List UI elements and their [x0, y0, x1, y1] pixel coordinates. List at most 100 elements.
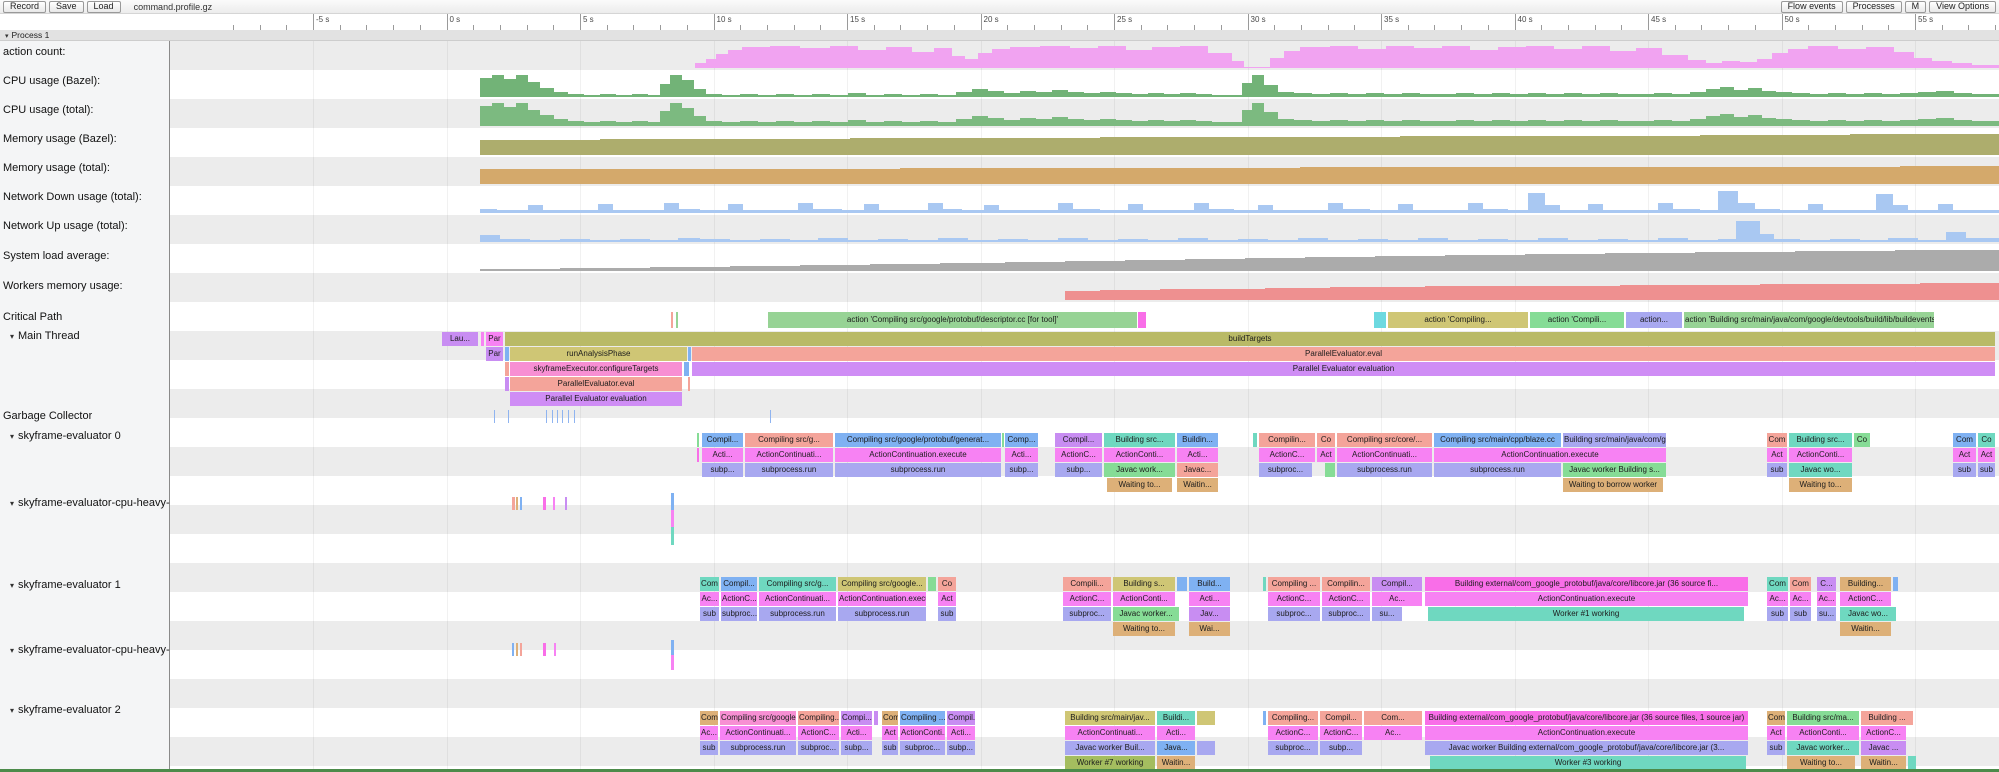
trace-event-bar[interactable]: subprocess.run — [1434, 463, 1561, 477]
trace-event-bar[interactable]: subp... — [1055, 463, 1102, 477]
trace-event-bar[interactable]: Waitin... — [1861, 756, 1906, 770]
trace-event-bar[interactable]: Compil... — [947, 711, 975, 725]
trace-event-bar[interactable]: ActionContinuati... — [759, 592, 836, 606]
trace-event-bar[interactable]: Compiling src/google... — [838, 577, 926, 591]
trace-event-bar[interactable]: runAnalysisPhase — [510, 347, 687, 361]
trace-event-bar[interactable]: Com — [882, 711, 898, 725]
trace-event-bar[interactable]: subprocess.run — [1337, 463, 1432, 477]
trace-event-bar[interactable]: Compiling src/core/... — [1337, 433, 1432, 447]
trace-event-bar[interactable]: Waiting to borrow worker — [1563, 478, 1663, 492]
trace-event-bar[interactable]: ActionConti... — [1113, 592, 1175, 606]
trace-event-bar[interactable]: subproc... — [798, 741, 839, 755]
trace-event-bar[interactable]: subprocess.run — [720, 741, 796, 755]
trace-event-bar[interactable]: ActionC... — [1268, 592, 1320, 606]
counter-chart-memory-usage-bazel[interactable] — [0, 131, 1999, 155]
trace-event-bar[interactable]: ActionConti... — [900, 726, 945, 740]
trace-event-bar[interactable] — [1197, 711, 1215, 725]
trace-event-bar[interactable]: Co — [1854, 433, 1870, 447]
trace-event-bar[interactable]: Co — [1317, 433, 1335, 447]
trace-event-bar[interactable]: ActionC... — [721, 592, 757, 606]
trace-event-bar[interactable]: Compiling... — [1268, 711, 1318, 725]
counter-chart-action-count[interactable] — [0, 44, 1999, 68]
trace-event-tick[interactable] — [552, 410, 553, 423]
trace-event-bar[interactable]: Building src/main/java/com/go... — [1563, 433, 1666, 447]
counter-chart-cpu-usage-bazel[interactable] — [0, 73, 1999, 97]
trace-event-bar[interactable]: subprocess.run — [745, 463, 833, 477]
track-label-skyframe-evaluator-cpu-heavy[interactable]: ▾skyframe-evaluator-cpu-heavy- — [10, 644, 170, 657]
trace-event-tick[interactable] — [671, 493, 674, 510]
trace-event-bar[interactable]: Com — [700, 711, 718, 725]
trace-event-tick[interactable] — [554, 643, 556, 656]
trace-event-bar[interactable]: sub — [700, 741, 718, 755]
trace-event-bar[interactable] — [697, 433, 699, 447]
trace-event-bar[interactable]: Ac... — [1790, 592, 1811, 606]
trace-event-bar[interactable]: subp... — [947, 741, 975, 755]
trace-event-bar[interactable]: Compil... — [721, 577, 757, 591]
trace-event-bar[interactable]: Compiling ... — [1268, 577, 1320, 591]
trace-event-bar[interactable]: Building src/main/jav... — [1065, 711, 1155, 725]
trace-event-tick[interactable] — [508, 410, 509, 423]
trace-event-bar[interactable]: Waiting to... — [1789, 478, 1852, 492]
trace-event-tick[interactable] — [553, 497, 555, 510]
trace-event-tick[interactable] — [565, 497, 567, 510]
trace-event-bar[interactable]: Worker #7 working — [1065, 756, 1155, 770]
trace-event-bar[interactable]: Par — [486, 332, 503, 346]
trace-event-tick[interactable] — [562, 410, 563, 423]
counter-chart-system-load[interactable] — [0, 247, 1999, 271]
trace-event-bar[interactable] — [928, 577, 936, 591]
trace-event-bar[interactable]: subp... — [1320, 741, 1362, 755]
trace-event-bar[interactable]: sub — [938, 607, 956, 621]
trace-event-bar[interactable]: ActionC... — [1063, 592, 1111, 606]
trace-event-bar[interactable] — [505, 347, 509, 361]
save-button[interactable]: Save — [49, 1, 84, 13]
trace-event-bar[interactable]: subproc... — [1322, 607, 1370, 621]
trace-event-bar[interactable] — [1197, 741, 1215, 755]
trace-event-tick[interactable] — [546, 410, 547, 423]
trace-event-bar[interactable]: Building s... — [1113, 577, 1175, 591]
record-button[interactable]: Record — [3, 1, 46, 13]
trace-event-bar[interactable]: Compilin... — [1259, 433, 1315, 447]
trace-event-bar[interactable]: Java... — [1157, 741, 1195, 755]
trace-event-bar[interactable] — [1263, 711, 1266, 725]
trace-event-bar[interactable]: ActionContinuation.execute — [1425, 592, 1748, 606]
trace-event-bar[interactable]: Acti... — [1157, 726, 1195, 740]
trace-event-bar[interactable]: Waiting to... — [1113, 622, 1175, 636]
trace-event-bar[interactable]: Javac... — [1177, 463, 1218, 477]
trace-event-bar[interactable]: sub — [882, 741, 898, 755]
trace-event-tick[interactable] — [543, 643, 546, 656]
trace-event-bar[interactable]: Javac work... — [1104, 463, 1175, 477]
trace-event-bar[interactable]: action... — [1626, 312, 1682, 328]
trace-event-bar[interactable]: Ac... — [1372, 592, 1422, 606]
trace-event-bar[interactable]: Act — [1978, 448, 1995, 462]
trace-event-bar[interactable]: ActionConti... — [1104, 448, 1175, 462]
trace-event-bar[interactable]: Buildi... — [1157, 711, 1195, 725]
process-header[interactable]: ▾Process 1 — [0, 30, 1999, 41]
trace-event-bar[interactable]: Compi... — [841, 711, 872, 725]
counter-chart-network-up[interactable] — [0, 218, 1999, 242]
trace-event-bar[interactable]: Compiling src/main/cpp/blaze.cc — [1434, 433, 1561, 447]
track-label-skyframe-evaluator-0[interactable]: ▾skyframe-evaluator 0 — [10, 430, 121, 443]
trace-event-bar[interactable]: Act — [1767, 448, 1787, 462]
trace-event-bar[interactable]: Acti... — [841, 726, 872, 740]
trace-event-bar[interactable]: ParallelEvaluator.eval — [692, 347, 1995, 361]
counter-chart-network-down[interactable] — [0, 189, 1999, 213]
trace-event-tick[interactable] — [770, 410, 771, 423]
trace-event-bar[interactable]: Ac... — [700, 726, 718, 740]
trace-event-bar[interactable]: subprocess.run — [759, 607, 836, 621]
trace-event-bar[interactable]: Act — [1317, 448, 1335, 462]
trace-event-bar[interactable]: subproc... — [1268, 741, 1318, 755]
trace-event-bar[interactable] — [688, 347, 691, 361]
trace-event-bar[interactable]: Com — [1767, 433, 1787, 447]
trace-event-bar[interactable]: Act — [1953, 448, 1976, 462]
trace-event-tick[interactable] — [574, 410, 575, 423]
trace-event-bar[interactable]: Ac... — [1364, 726, 1422, 740]
trace-event-bar[interactable]: Javac worker Buil... — [1065, 741, 1155, 755]
trace-event-bar[interactable] — [505, 377, 509, 391]
trace-event-bar[interactable] — [1908, 756, 1916, 770]
metadata-button[interactable]: M — [1905, 1, 1927, 13]
trace-event-bar[interactable]: Worker #3 working — [1430, 756, 1746, 770]
trace-event-bar[interactable]: ActionContinuation.execute — [835, 448, 1001, 462]
trace-event-bar[interactable]: Compil... — [1055, 433, 1102, 447]
trace-event-bar[interactable]: ActionContinuation.execute — [838, 592, 926, 606]
trace-event-bar[interactable] — [505, 362, 509, 376]
